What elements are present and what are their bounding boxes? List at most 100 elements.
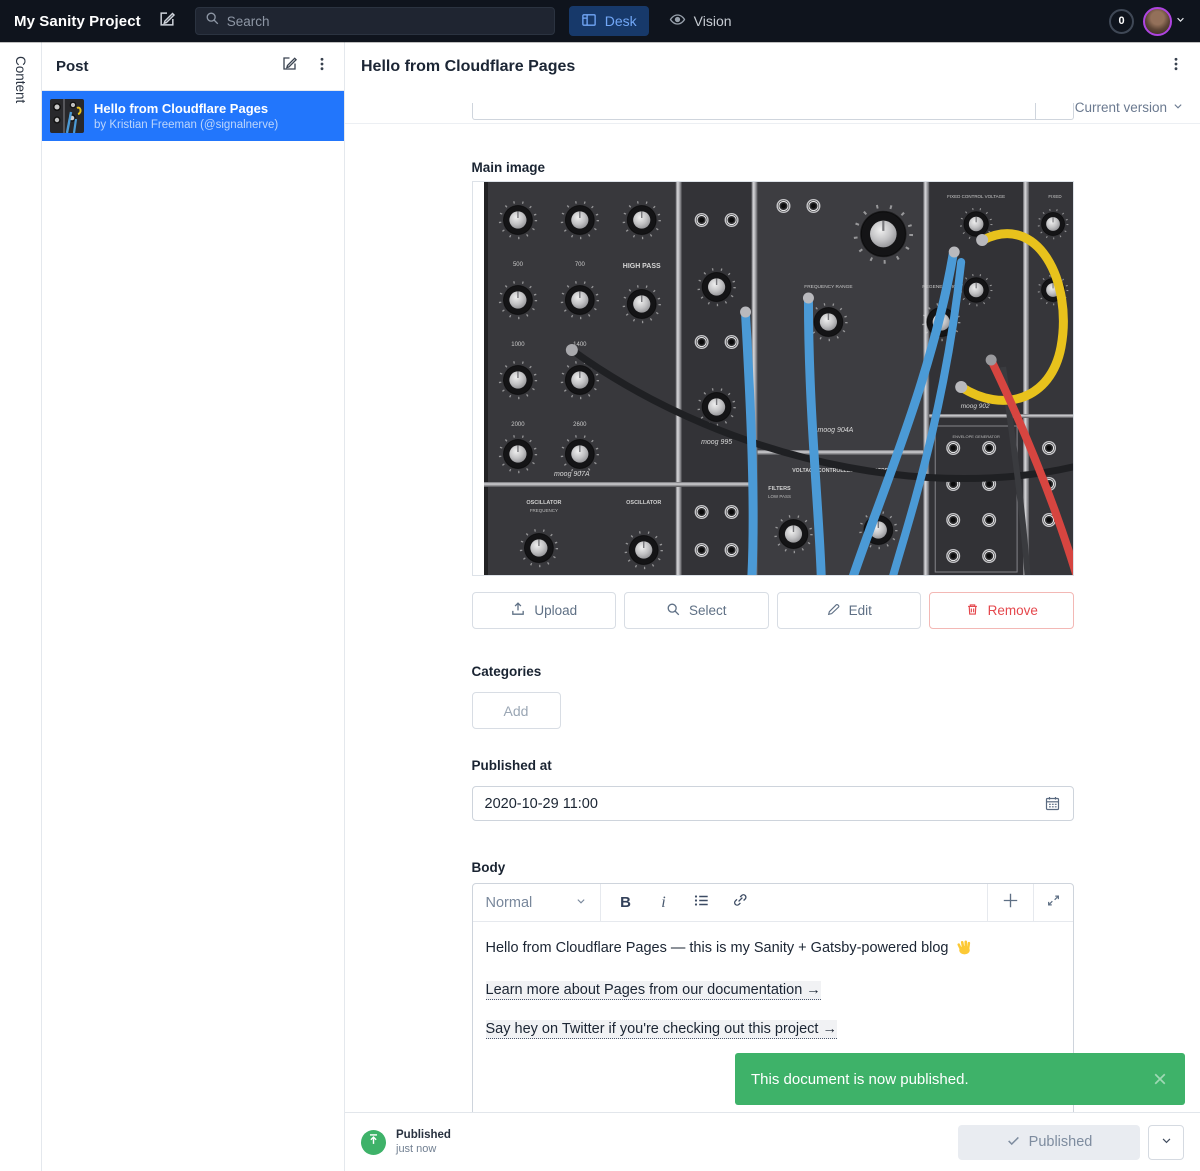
svg-text:HIGH PASS: HIGH PASS	[622, 263, 660, 270]
svg-text:1000: 1000	[511, 342, 525, 348]
avatar[interactable]	[1143, 7, 1172, 36]
publish-toast: This document is now published.	[735, 1053, 1185, 1105]
svg-text:FIXED: FIXED	[1048, 194, 1062, 199]
body-link[interactable]: Say hey on Twitter if you're checking ou…	[486, 1020, 837, 1039]
upload-icon	[510, 601, 526, 620]
trash-icon	[965, 602, 980, 620]
edit-label: Edit	[849, 603, 872, 618]
list-item-post[interactable]: Hello from Cloudflare Pages by Kristian …	[42, 91, 344, 141]
body-paragraph-text: Hello from Cloudflare Pages — this is my…	[486, 940, 949, 956]
notifications-badge[interactable]: 0	[1109, 9, 1134, 34]
main-image-field[interactable]: 500 700 1000 1400 2000 2600 HIGH PASS mo…	[472, 181, 1074, 576]
svg-text:FREQUENCY: FREQUENCY	[529, 508, 557, 513]
select-button[interactable]: Select	[624, 592, 769, 629]
tab-vision-label: Vision	[694, 13, 732, 29]
project-title: My Sanity Project	[14, 13, 141, 30]
chevron-down-icon	[1160, 1134, 1173, 1150]
edit-button[interactable]: Edit	[777, 592, 922, 629]
italic-button[interactable]: i	[645, 884, 683, 921]
document-panel: Hello from Cloudflare Pages Current vers…	[345, 42, 1200, 1171]
post-item-title: Hello from Cloudflare Pages	[94, 101, 278, 118]
bold-button[interactable]: B	[607, 884, 645, 921]
current-version-selector[interactable]: Current version	[1075, 100, 1167, 115]
svg-text:FILTERS: FILTERS	[768, 486, 791, 492]
plus-icon	[1001, 891, 1020, 915]
publish-button[interactable]: Published	[958, 1125, 1140, 1160]
svg-text:ENVELOPE GENERATOR: ENVELOPE GENERATOR	[952, 434, 1000, 439]
post-thumbnail	[50, 99, 84, 133]
document-scroll-area: Current version Main image	[345, 91, 1200, 1171]
style-select-value: Normal	[486, 895, 533, 911]
chevron-down-icon[interactable]	[1172, 100, 1184, 115]
desk-icon	[581, 12, 597, 31]
eye-icon	[669, 11, 686, 31]
svg-text:moog 902: moog 902	[960, 403, 989, 410]
svg-text:2600: 2600	[573, 422, 587, 428]
bulleted-list-button[interactable]	[683, 884, 721, 921]
tab-desk-label: Desk	[605, 13, 637, 29]
svg-text:700: 700	[574, 262, 585, 268]
new-document-button[interactable]	[153, 7, 181, 35]
svg-text:500: 500	[512, 262, 523, 268]
upload-button[interactable]: Upload	[472, 592, 617, 629]
expand-icon	[1046, 893, 1061, 913]
style-select[interactable]: Normal	[473, 884, 601, 921]
pencil-icon	[826, 602, 841, 620]
insert-block-button[interactable]	[987, 884, 1033, 921]
document-header: Hello from Cloudflare Pages	[345, 42, 1200, 91]
publish-status-badge	[361, 1130, 386, 1155]
publish-button-label: Published	[1029, 1134, 1093, 1150]
publish-icon	[366, 1132, 381, 1152]
publish-menu-button[interactable]	[1148, 1125, 1184, 1160]
top-navbar: My Sanity Project Desk Vision 0	[0, 0, 1200, 42]
status-timestamp: just now	[396, 1143, 451, 1155]
search-icon	[205, 11, 220, 31]
tab-vision[interactable]: Vision	[657, 6, 744, 36]
compose-icon	[158, 10, 176, 33]
chevron-down-icon	[575, 895, 587, 911]
post-panel-header: Post	[42, 42, 344, 91]
svg-text:OSCILLATOR: OSCILLATOR	[626, 500, 661, 506]
remove-label: Remove	[988, 603, 1038, 618]
link-icon	[732, 892, 748, 913]
body-paragraph: Learn more about Pages from our document…	[486, 981, 1060, 999]
svg-text:moog 995: moog 995	[701, 439, 732, 446]
dots-menu-icon	[1168, 56, 1184, 77]
body-paragraph: Say hey on Twitter if you're checking ou…	[486, 1020, 1060, 1038]
compose-icon	[281, 55, 298, 77]
document-form: Main image	[472, 160, 1074, 1115]
search-icon	[666, 602, 681, 620]
close-icon[interactable]	[1151, 1070, 1169, 1088]
add-category-button[interactable]: Add	[472, 692, 561, 729]
tab-desk[interactable]: Desk	[569, 6, 649, 36]
body-link[interactable]: Learn more about Pages from our document…	[486, 981, 821, 1000]
calendar-icon[interactable]	[1044, 795, 1061, 812]
chevron-down-icon[interactable]	[1175, 12, 1186, 30]
fullscreen-button[interactable]	[1033, 884, 1073, 921]
clipped-field-button[interactable]	[1035, 103, 1073, 119]
search-bar[interactable]	[195, 7, 555, 35]
publish-status-text: Published just now	[396, 1129, 451, 1155]
clipped-field-input[interactable]	[472, 103, 1074, 120]
sidebar-item-content[interactable]: Content	[13, 42, 28, 1171]
document-menu-button[interactable]	[1168, 56, 1184, 77]
svg-text:2000: 2000	[511, 422, 525, 428]
published-at-field	[472, 786, 1074, 821]
post-item-text: Hello from Cloudflare Pages by Kristian …	[94, 101, 278, 131]
body-label: Body	[472, 860, 1074, 875]
check-icon	[1006, 1133, 1021, 1152]
link-button[interactable]	[721, 884, 759, 921]
post-panel-menu-button[interactable]	[314, 56, 330, 77]
post-panel-title: Post	[56, 58, 265, 75]
format-buttons: B i	[601, 884, 759, 921]
content-rail: Content	[0, 42, 42, 1171]
create-post-button[interactable]	[281, 55, 298, 77]
svg-text:moog 904A: moog 904A	[817, 427, 853, 434]
svg-text:FIXED CONTROL VOLTAGE: FIXED CONTROL VOLTAGE	[947, 194, 1005, 199]
published-at-input[interactable]	[485, 796, 1036, 812]
search-input[interactable]	[227, 14, 545, 29]
remove-button[interactable]: Remove	[929, 592, 1074, 629]
main-image-label: Main image	[472, 160, 1074, 175]
body-paragraph: Hello from Cloudflare Pages — this is my…	[486, 938, 1060, 960]
svg-text:FREQUENCY RANGE: FREQUENCY RANGE	[804, 284, 852, 290]
